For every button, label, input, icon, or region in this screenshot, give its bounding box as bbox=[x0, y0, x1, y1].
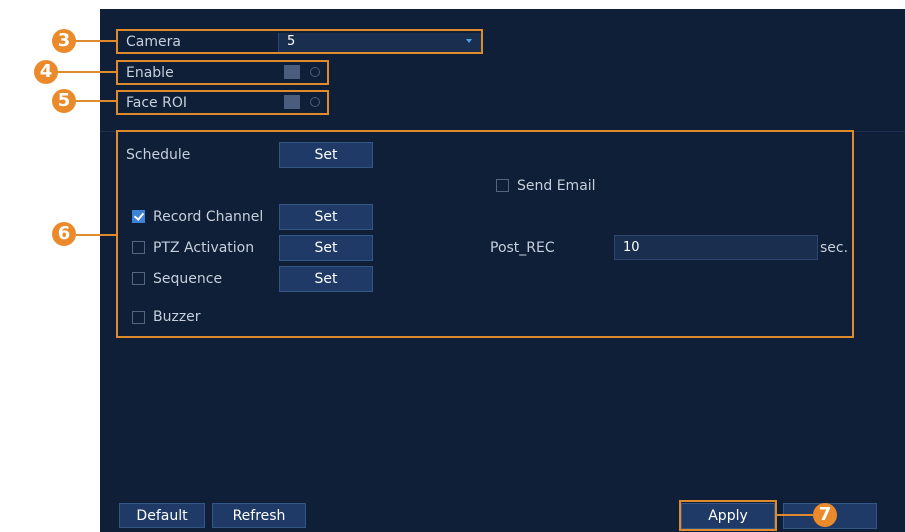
callout-line bbox=[74, 40, 116, 42]
callout-line bbox=[76, 100, 116, 102]
callout-line bbox=[56, 71, 116, 73]
refresh-button[interactable]: Refresh bbox=[212, 503, 306, 528]
callout-badge: 7 bbox=[813, 503, 837, 527]
callout-badge: 6 bbox=[52, 222, 76, 246]
apply-highlight bbox=[679, 500, 777, 531]
default-button[interactable]: Default bbox=[119, 503, 205, 528]
callout-badge: 5 bbox=[52, 89, 76, 113]
actions-highlight bbox=[116, 130, 854, 338]
callout-line bbox=[76, 234, 116, 236]
callout-line bbox=[777, 514, 813, 516]
enable-highlight bbox=[116, 60, 329, 85]
callout-badge: 4 bbox=[34, 60, 58, 84]
callout-badge: 3 bbox=[52, 29, 76, 53]
face-roi-highlight bbox=[116, 90, 329, 115]
camera-highlight bbox=[116, 29, 483, 54]
